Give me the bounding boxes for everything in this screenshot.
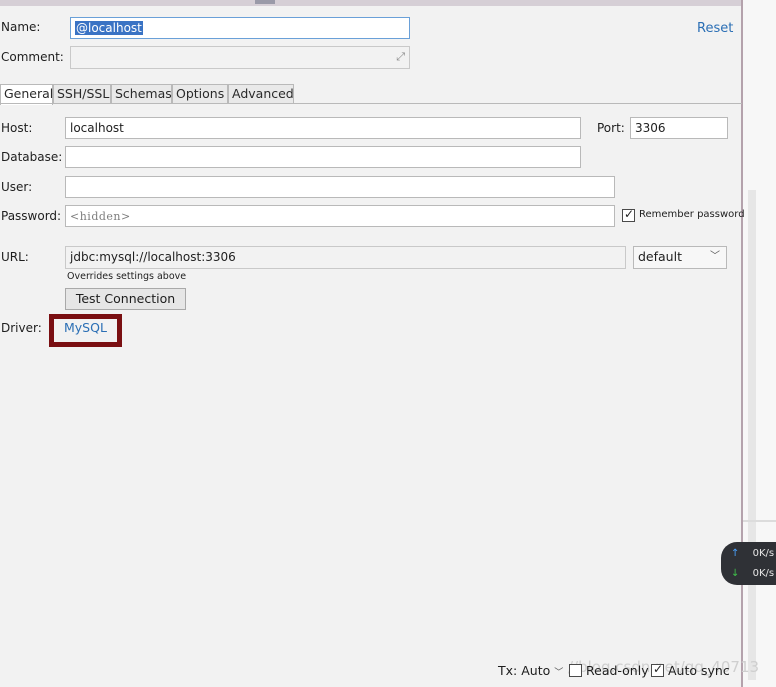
url-hint: Overrides settings above [67,271,187,282]
tx-mode[interactable]: Tx: Auto ﹀ [498,663,563,678]
database-label: Database: [1,150,63,164]
upload-arrow-icon: ↑ [731,548,740,559]
background-divider [743,520,776,522]
url-mode-dropdown[interactable]: default ﹀ [633,246,727,269]
background-scrollbar [748,190,756,680]
comment-input[interactable]: ⤢ [70,46,410,69]
tab-advanced[interactable]: Advanced [228,84,294,104]
chevron-down-icon: ﹀ [710,251,720,262]
password-input[interactable]: <hidden> [65,205,615,227]
user-input[interactable] [65,176,615,198]
tab-general[interactable]: General [0,84,53,105]
download-speed: 0K/s [752,568,775,579]
host-label: Host: [1,121,33,135]
tab-schemas[interactable]: Schemas [111,84,172,104]
port-value: 3306 [635,121,666,135]
tab-ssh-ssl[interactable]: SSH/SSL [53,84,111,104]
host-input[interactable]: localhost [65,117,581,139]
reset-link[interactable]: Reset [697,21,733,36]
test-connection-button[interactable]: Test Connection [65,288,186,310]
readonly-checkbox[interactable] [569,664,582,677]
url-input[interactable]: jdbc:mysql://localhost:3306 [65,246,626,269]
remember-password-checkbox[interactable]: ✓ [622,207,635,222]
upload-speed: 0K/s [752,548,775,559]
tab-options[interactable]: Options [172,84,228,104]
url-label: URL: [1,250,29,264]
password-label: Password: [1,209,62,223]
chevron-down-icon: ﹀ [554,668,564,678]
driver-label: Driver: [1,321,42,335]
comment-label: Comment: [1,50,64,64]
url-value: jdbc:mysql://localhost:3306 [70,250,236,264]
name-input[interactable]: @localhost [70,17,410,39]
download-arrow-icon: ↓ [731,568,740,579]
expand-icon[interactable]: ⤢ [396,49,405,65]
highlight-box [49,314,122,347]
name-value: @localhost [75,21,143,35]
port-input[interactable]: 3306 [630,117,728,139]
password-placeholder: <hidden> [70,210,131,223]
remember-password-label[interactable]: Remember password [639,209,745,220]
user-label: User: [1,180,33,194]
autosync-label[interactable]: Auto sync [668,663,730,678]
name-label: Name: [1,20,41,34]
host-value: localhost [70,121,124,135]
checkmark-icon: ✓ [653,662,664,676]
database-input[interactable] [65,146,581,168]
network-speed-widget[interactable]: ↑ 0K/s ↓ 0K/s [721,542,776,585]
tx-label: Tx: Auto [498,663,551,678]
window-top-handle [255,0,275,4]
url-mode-value: default [638,249,682,264]
window-top-edge [0,0,742,6]
port-label: Port: [597,121,625,135]
checkmark-icon: ✓ [624,207,635,221]
tab-rule [0,103,742,104]
readonly-label[interactable]: Read-only [586,663,649,678]
autosync-checkbox[interactable]: ✓ [651,662,664,677]
